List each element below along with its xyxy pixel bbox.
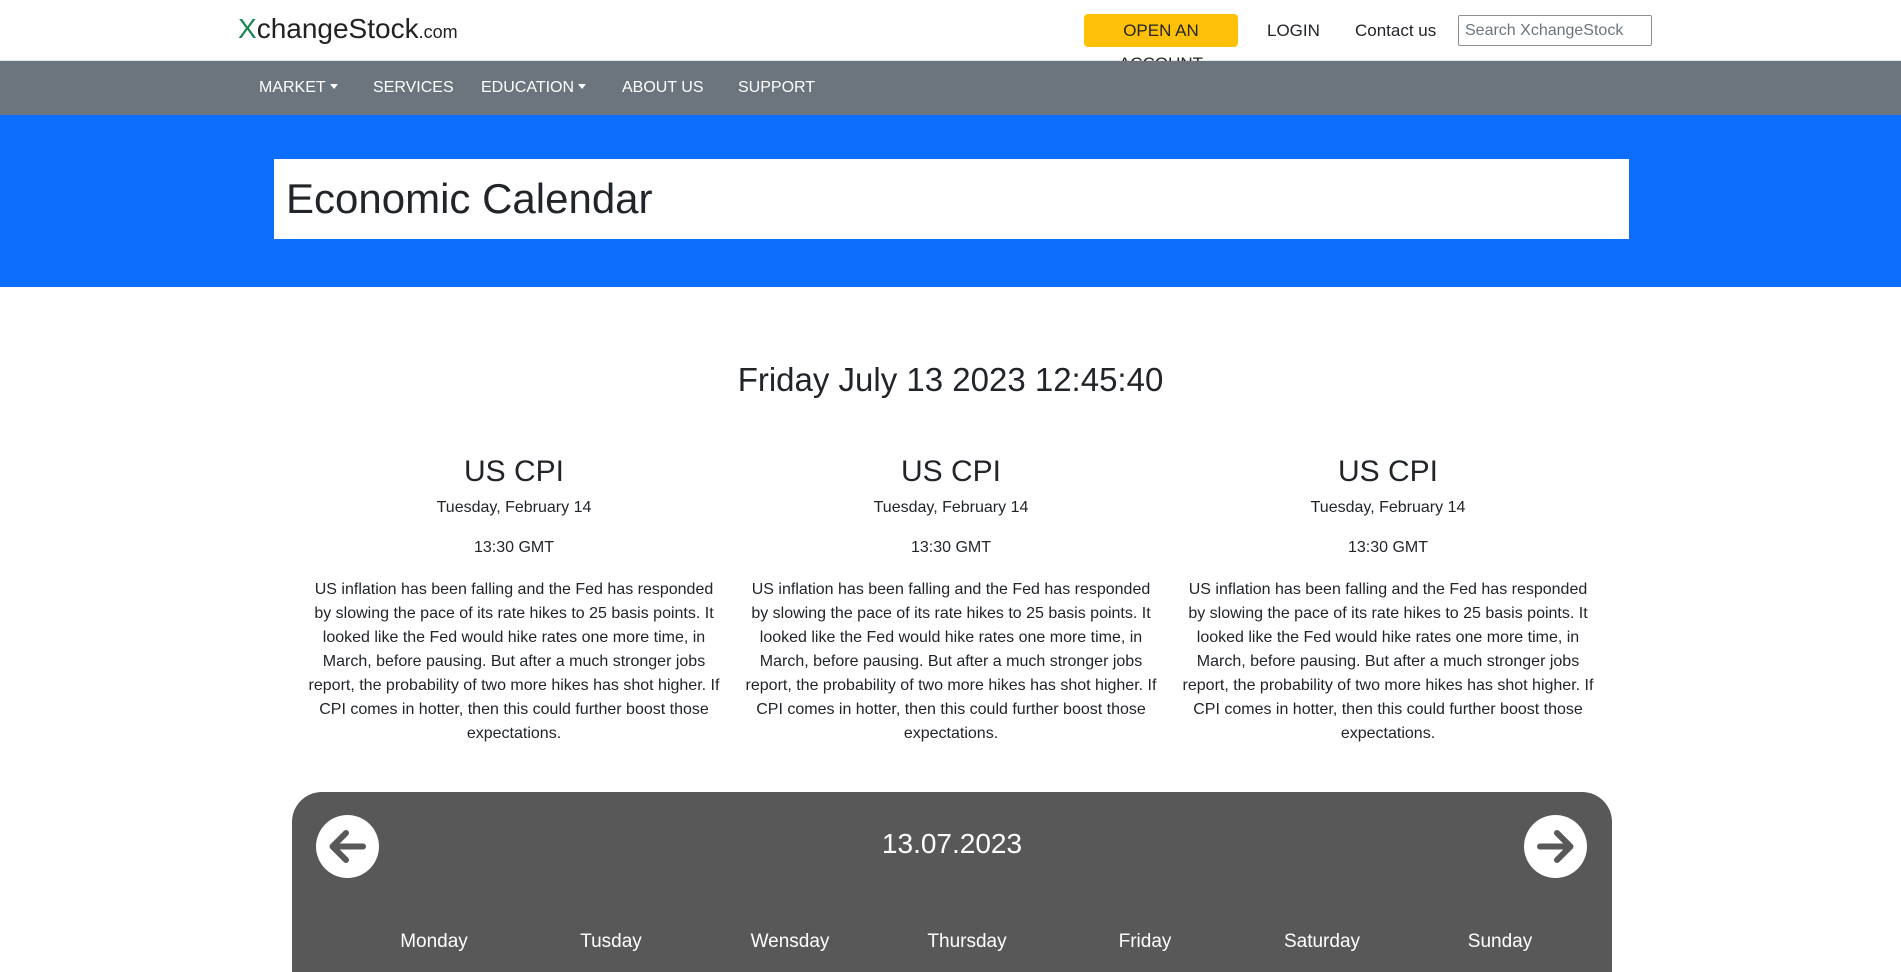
site-logo[interactable]: XchangeStock.com bbox=[238, 12, 458, 49]
event-title: US CPI bbox=[900, 455, 1002, 488]
event-date: Tuesday, February 14 bbox=[873, 499, 1029, 516]
weekday-monday[interactable]: Monday bbox=[359, 930, 509, 954]
week-calendar: 13.07.2023 Monday Tusday Wensday Thursda… bbox=[292, 792, 1612, 972]
next-week-button[interactable] bbox=[1524, 815, 1587, 878]
chevron-down-icon bbox=[578, 84, 587, 89]
search-input[interactable] bbox=[1458, 15, 1652, 46]
logo-initial: X bbox=[238, 13, 257, 44]
event-card: US CPI Tuesday, February 14 13:30 GMT US… bbox=[1181, 452, 1595, 746]
weekday-tuesday[interactable]: Tusday bbox=[536, 930, 686, 954]
nav-item-support[interactable]: SUPPORT bbox=[738, 61, 815, 115]
logo-suffix: .com bbox=[418, 22, 458, 42]
weekday-saturday[interactable]: Saturday bbox=[1247, 930, 1397, 954]
main-navbar: MARKET SERVICES EDUCATION ABOUT US SUPPO… bbox=[0, 61, 1901, 115]
event-description: US inflation has been falling and the Fe… bbox=[308, 581, 720, 742]
event-time: 13:30 GMT bbox=[473, 539, 555, 556]
login-link[interactable]: LOGIN bbox=[1267, 14, 1320, 47]
nav-item-support-label: SUPPORT bbox=[738, 79, 816, 96]
nav-item-about-us-label: ABOUT US bbox=[622, 79, 704, 96]
nav-item-services-label: SERVICES bbox=[373, 79, 454, 96]
hero-banner: Economic Calendar bbox=[0, 115, 1901, 287]
hero-card: Economic Calendar bbox=[274, 159, 1629, 239]
event-description: US inflation has been falling and the Fe… bbox=[1182, 581, 1594, 742]
top-header: XchangeStock.com OPEN AN ACCOUNT LOGIN C… bbox=[0, 0, 1901, 73]
page-title: Economic Calendar bbox=[286, 175, 653, 222]
open-account-button[interactable]: OPEN AN ACCOUNT bbox=[1084, 14, 1238, 73]
event-date: Tuesday, February 14 bbox=[1310, 499, 1466, 516]
nav-item-services[interactable]: SERVICES bbox=[373, 61, 454, 115]
weekday-sunday[interactable]: Sunday bbox=[1425, 930, 1575, 954]
current-datetime: Friday July 13 2023 12:45:40 bbox=[737, 361, 1164, 398]
logo-name: changeStock bbox=[256, 13, 419, 44]
contact-us-link[interactable]: Contact us bbox=[1355, 14, 1436, 47]
weekday-wednesday[interactable]: Wensday bbox=[715, 930, 865, 954]
arrow-right-icon bbox=[1537, 830, 1574, 863]
nav-item-education-label: EDUCATION bbox=[481, 79, 575, 96]
event-title: US CPI bbox=[463, 455, 565, 488]
event-card: US CPI Tuesday, February 14 13:30 GMT US… bbox=[307, 452, 721, 746]
weekday-friday[interactable]: Friday bbox=[1070, 930, 1220, 954]
event-time: 13:30 GMT bbox=[1347, 539, 1429, 556]
event-description: US inflation has been falling and the Fe… bbox=[745, 581, 1157, 742]
weekday-thursday[interactable]: Thursday bbox=[892, 930, 1042, 954]
nav-item-market[interactable]: MARKET bbox=[259, 61, 338, 115]
nav-item-market-label: MARKET bbox=[259, 79, 326, 96]
event-title: US CPI bbox=[1337, 455, 1439, 488]
nav-item-about-us[interactable]: ABOUT US bbox=[622, 61, 704, 115]
chevron-down-icon bbox=[329, 84, 338, 89]
event-date: Tuesday, February 14 bbox=[436, 499, 592, 516]
event-card: US CPI Tuesday, February 14 13:30 GMT US… bbox=[744, 452, 1158, 746]
calendar-current-date: 13.07.2023 bbox=[881, 828, 1023, 859]
nav-item-education[interactable]: EDUCATION bbox=[481, 61, 587, 115]
event-time: 13:30 GMT bbox=[910, 539, 992, 556]
